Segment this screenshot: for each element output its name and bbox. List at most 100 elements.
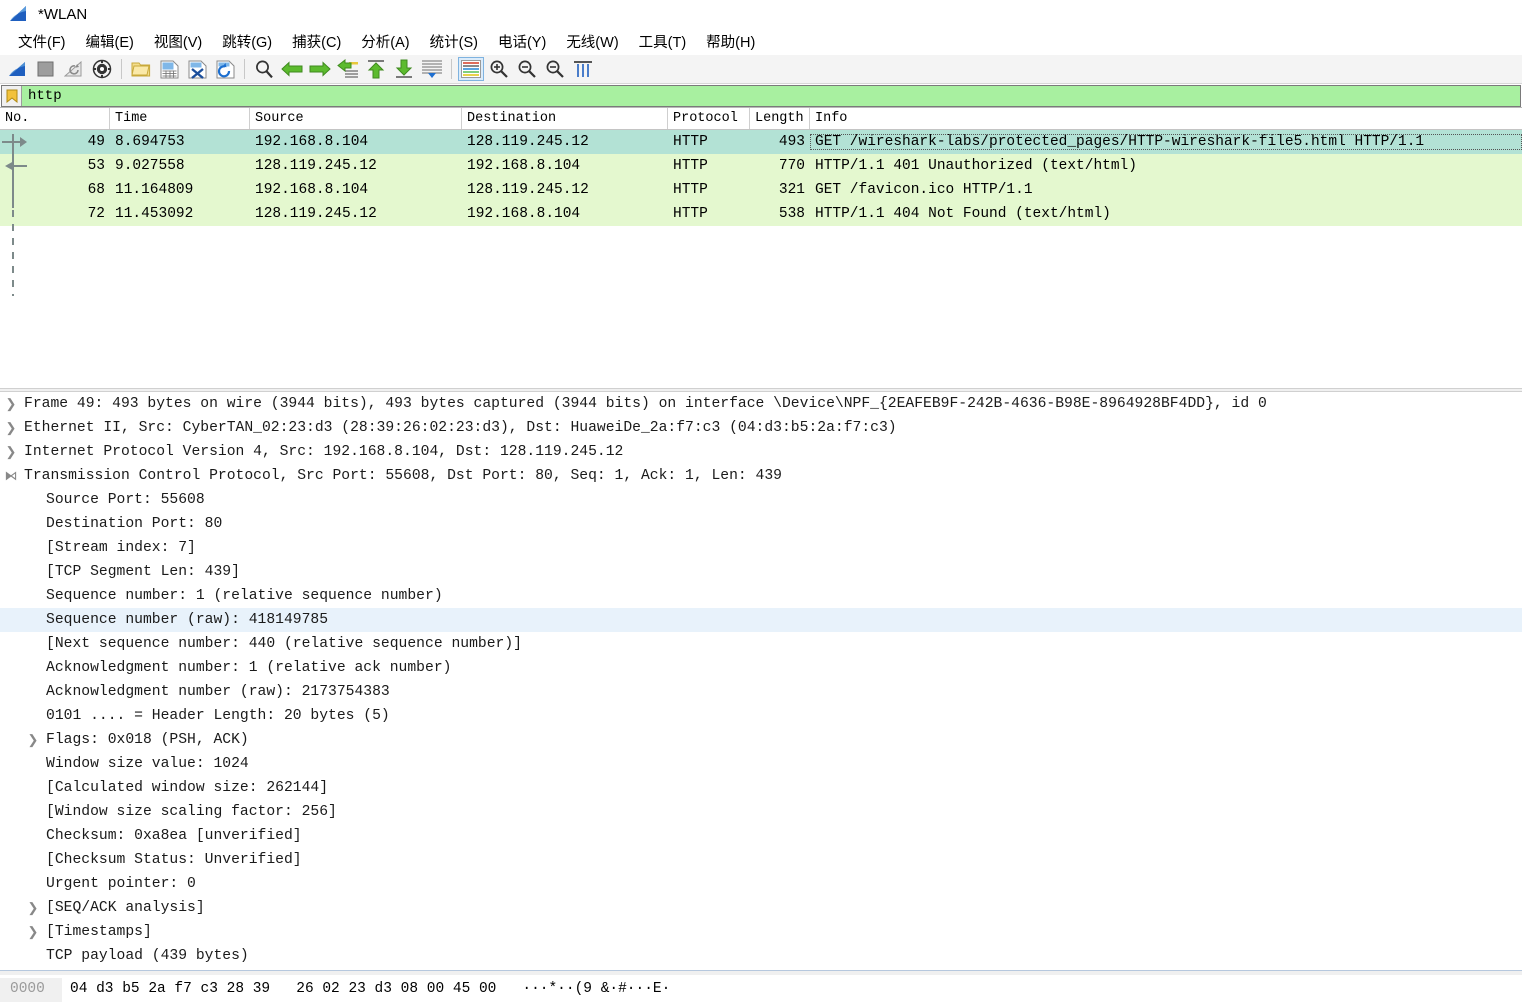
menu-capture[interactable]: 捕获(C)	[282, 29, 351, 54]
tree-item-label: Transmission Control Protocol, Src Port:…	[24, 468, 782, 484]
chevron-right-icon[interactable]: ❯	[22, 901, 44, 916]
menu-telephony[interactable]: 电话(Y)	[488, 29, 556, 54]
zoom-in-icon[interactable]	[486, 57, 512, 81]
tree-item[interactable]: [Next sequence number: 440 (relative seq…	[0, 632, 1522, 656]
toolbar-separator-1	[121, 59, 122, 79]
packet-bytes-pane[interactable]: 0000 04 d3 b5 2a f7 c3 28 39 26 02 23 d3…	[0, 975, 1522, 1002]
chevron-right-icon[interactable]: ❯	[0, 421, 22, 436]
table-row[interactable]: 53 9.027558 128.119.245.12 192.168.8.104…	[0, 154, 1522, 178]
column-header-destination[interactable]: Destination	[462, 108, 668, 129]
menu-tools[interactable]: 工具(T)	[629, 29, 697, 54]
open-file-icon[interactable]	[128, 57, 154, 81]
menu-edit[interactable]: 编辑(E)	[76, 29, 144, 54]
tree-item[interactable]: [Stream index: 7]	[0, 536, 1522, 560]
tree-item[interactable]: ❯ [Timestamps]	[0, 920, 1522, 944]
column-header-length[interactable]: Length	[750, 108, 810, 129]
table-row[interactable]: 49 8.694753 192.168.8.104 128.119.245.12…	[0, 130, 1522, 154]
bookmark-icon[interactable]	[2, 86, 22, 106]
start-capture-icon[interactable]	[5, 57, 31, 81]
auto-scroll-icon[interactable]	[419, 57, 445, 81]
menu-view[interactable]: 视图(V)	[144, 29, 212, 54]
packet-info: HTTP/1.1 404 Not Found (text/html)	[815, 206, 1111, 222]
column-header-source[interactable]: Source	[250, 108, 462, 129]
menu-go[interactable]: 跳转(G)	[212, 29, 282, 54]
hex-row[interactable]: 0000 04 d3 b5 2a f7 c3 28 39 26 02 23 d3…	[0, 978, 1522, 1000]
go-to-last-icon[interactable]	[391, 57, 417, 81]
chevron-right-icon[interactable]: ❯	[22, 925, 44, 940]
menu-help[interactable]: 帮助(H)	[696, 29, 765, 54]
packet-info: GET /wireshark-labs/protected_pages/HTTP…	[810, 134, 1522, 150]
close-file-icon[interactable]	[184, 57, 210, 81]
tree-item[interactable]: [TCP Segment Len: 439]	[0, 560, 1522, 584]
go-forward-icon[interactable]	[307, 57, 333, 81]
chevron-right-icon[interactable]: ❯	[22, 733, 44, 748]
tree-item-label: Flags: 0x018 (PSH, ACK)	[46, 732, 249, 748]
column-header-info[interactable]: Info	[810, 108, 1522, 129]
tree-item[interactable]: ❯ Flags: 0x018 (PSH, ACK)	[0, 728, 1522, 752]
tree-item-label: TCP payload (439 bytes)	[46, 948, 249, 964]
tree-item-selected[interactable]: Sequence number (raw): 418149785	[0, 608, 1522, 632]
resize-columns-icon[interactable]	[570, 57, 596, 81]
tree-item-label: [Timestamps]	[46, 924, 152, 940]
tree-item[interactable]: [Calculated window size: 262144]	[0, 776, 1522, 800]
tree-item[interactable]: Destination Port: 80	[0, 512, 1522, 536]
packet-list[interactable]: No. Time Source Destination Protocol Len…	[0, 108, 1522, 304]
reload-file-icon[interactable]	[212, 57, 238, 81]
tree-item-label: Destination Port: 80	[46, 516, 223, 532]
chevron-right-icon[interactable]: ❯	[0, 445, 22, 460]
column-header-time[interactable]: Time	[110, 108, 250, 129]
go-back-icon[interactable]	[279, 57, 305, 81]
tree-item[interactable]: ❯ Ethernet II, Src: CyberTAN_02:23:d3 (2…	[0, 416, 1522, 440]
wireshark-window: *WLAN 文件(F) 编辑(E) 视图(V) 跳转(G) 捕获(C) 分析(A…	[0, 0, 1522, 1002]
chevron-right-icon[interactable]: ❯	[0, 397, 22, 412]
tree-item[interactable]: Source Port: 55608	[0, 488, 1522, 512]
menu-statistics[interactable]: 统计(S)	[420, 29, 488, 54]
table-row[interactable]: 68 11.164809 192.168.8.104 128.119.245.1…	[0, 178, 1522, 202]
go-to-first-icon[interactable]	[363, 57, 389, 81]
tree-item-label: Window size value: 1024	[46, 756, 249, 772]
zoom-out-icon[interactable]	[514, 57, 540, 81]
main-toolbar	[0, 55, 1522, 84]
column-header-protocol[interactable]: Protocol	[668, 108, 750, 129]
packet-list-header[interactable]: No. Time Source Destination Protocol Len…	[0, 108, 1522, 130]
toolbar-separator-3	[451, 59, 452, 79]
menu-file[interactable]: 文件(F)	[8, 29, 76, 54]
zoom-reset-icon[interactable]	[542, 57, 568, 81]
tree-item[interactable]: Sequence number: 1 (relative sequence nu…	[0, 584, 1522, 608]
save-file-icon[interactable]	[156, 57, 182, 81]
find-packet-icon[interactable]	[251, 57, 277, 81]
tree-item[interactable]: ❯ [SEQ/ACK analysis]	[0, 896, 1522, 920]
tree-item[interactable]: Acknowledgment number (raw): 2173754383	[0, 680, 1522, 704]
toolbar-separator-2	[244, 59, 245, 79]
menu-analyze[interactable]: 分析(A)	[351, 29, 419, 54]
restart-capture-icon[interactable]	[61, 57, 87, 81]
tree-item[interactable]: ⧑ Transmission Control Protocol, Src Por…	[0, 464, 1522, 488]
tree-item-label: Internet Protocol Version 4, Src: 192.16…	[24, 444, 624, 460]
tree-item[interactable]: Acknowledgment number: 1 (relative ack n…	[0, 656, 1522, 680]
table-row[interactable]: 72 11.453092 128.119.245.12 192.168.8.10…	[0, 202, 1522, 226]
menu-bar[interactable]: 文件(F) 编辑(E) 视图(V) 跳转(G) 捕获(C) 分析(A) 统计(S…	[0, 28, 1522, 55]
tree-item[interactable]: ❯ Internet Protocol Version 4, Src: 192.…	[0, 440, 1522, 464]
stop-capture-icon[interactable]	[33, 57, 59, 81]
tree-item[interactable]: TCP payload (439 bytes)	[0, 944, 1522, 968]
chevron-down-icon[interactable]: ⧑	[0, 469, 22, 484]
tree-item-label: Urgent pointer: 0	[46, 876, 196, 892]
packet-details-tree[interactable]: ❯ Frame 49: 493 bytes on wire (3944 bits…	[0, 392, 1522, 970]
wireshark-fin-icon	[8, 5, 30, 23]
packet-destination: 192.168.8.104	[467, 158, 581, 174]
tree-item[interactable]: Urgent pointer: 0	[0, 872, 1522, 896]
go-to-packet-icon[interactable]	[335, 57, 361, 81]
tree-item[interactable]: [Checksum Status: Unverified]	[0, 848, 1522, 872]
display-filter-value: http	[28, 88, 62, 104]
display-filter-input[interactable]: http	[1, 85, 1521, 107]
tree-item[interactable]: ❯ Frame 49: 493 bytes on wire (3944 bits…	[0, 392, 1522, 416]
tree-item-label: Checksum: 0xa8ea [unverified]	[46, 828, 302, 844]
tree-item[interactable]: [Window size scaling factor: 256]	[0, 800, 1522, 824]
menu-wireless[interactable]: 无线(W)	[556, 29, 628, 54]
tree-item[interactable]: Checksum: 0xa8ea [unverified]	[0, 824, 1522, 848]
tree-item[interactable]: Window size value: 1024	[0, 752, 1522, 776]
tree-item[interactable]: 0101 .... = Header Length: 20 bytes (5)	[0, 704, 1522, 728]
capture-options-icon[interactable]	[89, 57, 115, 81]
colorize-packets-icon[interactable]	[458, 57, 484, 81]
column-header-no[interactable]: No.	[0, 108, 110, 129]
